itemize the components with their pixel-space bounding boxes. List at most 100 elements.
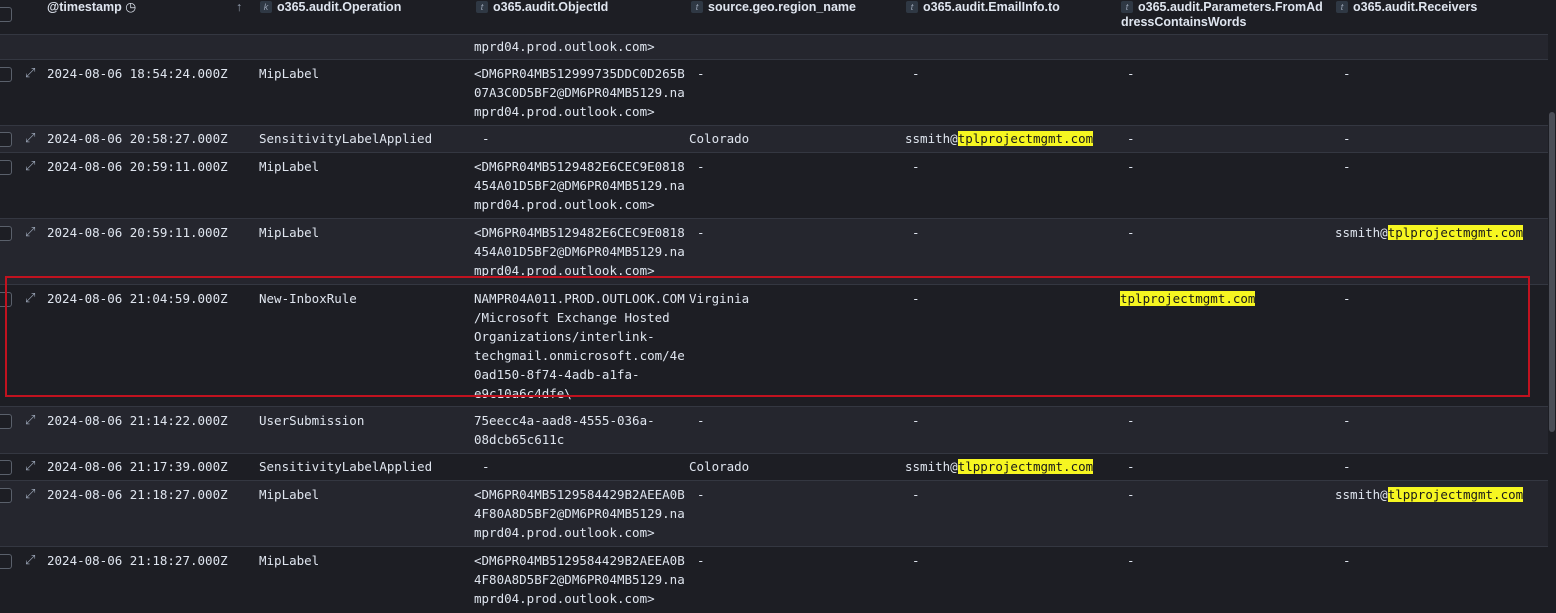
cell-email-to: - xyxy=(912,413,920,428)
cell-email-to: - xyxy=(912,159,920,174)
cell-region: Colorado xyxy=(689,459,750,474)
row-checkbox[interactable] xyxy=(0,160,12,175)
cell-region: Virginia xyxy=(689,291,750,306)
column-header-timestamp[interactable]: @timestamp ◷ xyxy=(47,0,136,15)
email-prefix: ssmith@ xyxy=(905,459,958,474)
cell-receivers: - xyxy=(1343,553,1351,568)
expand-icon[interactable]: ⤢ xyxy=(25,292,35,306)
cell-operation: MipLabel xyxy=(259,487,320,502)
table-row[interactable]: ⤢ 2024-08-06 21:17:39.000Z SensitivityLa… xyxy=(0,454,1548,481)
column-label: o365.audit.Receivers xyxy=(1353,0,1478,14)
column-label: source.geo.region_name xyxy=(708,0,856,14)
email-prefix: ssmith@ xyxy=(1335,487,1388,502)
cell-receivers: ssmith@tplprojectmgmt.com xyxy=(1335,223,1524,242)
cell-receivers: - xyxy=(1343,459,1351,474)
text-type-icon: t xyxy=(1336,1,1348,13)
cell-timestamp: 2024-08-06 21:04:59.000Z xyxy=(47,291,228,306)
cell-from-address: - xyxy=(1127,413,1135,428)
row-checkbox[interactable] xyxy=(0,414,12,429)
expand-icon[interactable]: ⤢ xyxy=(25,554,35,568)
expand-icon[interactable]: ⤢ xyxy=(25,460,35,474)
cell-timestamp: 2024-08-06 21:17:39.000Z xyxy=(47,459,228,474)
table-row[interactable]: ⤢ 2024-08-06 20:59:11.000Z MipLabel <DM6… xyxy=(0,153,1548,219)
cell-receivers: ssmith@tlpprojectmgmt.com xyxy=(1335,485,1524,504)
cell-object-id: <DM6PR04MB5129482E6CEC9E0818 454A01D5BF2… xyxy=(474,225,685,278)
email-prefix: ssmith@ xyxy=(905,131,958,146)
keyword-type-icon: k xyxy=(260,1,272,13)
expand-icon[interactable]: ⤢ xyxy=(25,414,35,428)
row-checkbox[interactable] xyxy=(0,554,12,569)
table-row[interactable]: ⤢ 2024-08-06 21:14:22.000Z UserSubmissio… xyxy=(0,407,1548,454)
row-checkbox[interactable] xyxy=(0,226,12,241)
table-header: @timestamp ◷ ↑ k o365.audit.Operation t o3… xyxy=(0,0,1548,35)
column-header-operation[interactable]: k o365.audit.Operation xyxy=(260,0,401,15)
table-row[interactable]: ⤢ 2024-08-06 21:18:27.000Z MipLabel <DM6… xyxy=(0,481,1548,547)
cell-receivers: - xyxy=(1343,66,1351,81)
select-all-checkbox[interactable] xyxy=(0,7,12,22)
table-row[interactable]: ⤢ 2024-08-06 18:54:24.000Z MipLabel <DM6… xyxy=(0,60,1548,126)
column-header-email-to[interactable]: t o365.audit.EmailInfo.to xyxy=(906,0,1060,15)
cell-operation: UserSubmission xyxy=(259,413,365,428)
column-header-object-id[interactable]: t o365.audit.ObjectId xyxy=(476,0,608,15)
expand-icon[interactable]: ⤢ xyxy=(25,67,35,81)
search-match-highlight: tplprojectmgmt.com xyxy=(1120,291,1256,306)
column-label-continued: dressContainsWords xyxy=(1121,15,1247,29)
clock-icon: ◷ xyxy=(125,0,137,14)
scrollbar-thumb[interactable] xyxy=(1549,112,1555,432)
cell-email-to: - xyxy=(912,225,920,240)
table-row[interactable]: ⤢ 2024-08-06 20:58:27.000Z SensitivityLa… xyxy=(0,126,1548,153)
search-match-highlight: tplprojectmgmt.com xyxy=(1387,225,1524,240)
table-row[interactable]: ⤢ 2024-08-06 20:59:11.000Z MipLabel <DM6… xyxy=(0,219,1548,285)
column-label: o365.audit.Operation xyxy=(277,0,402,14)
cell-from-address: tplprojectmgmt.com xyxy=(1120,289,1256,308)
expand-icon[interactable]: ⤢ xyxy=(25,160,35,174)
cell-receivers: - xyxy=(1343,159,1351,174)
column-header-region[interactable]: t source.geo.region_name xyxy=(691,0,856,15)
cell-operation: MipLabel xyxy=(259,225,320,240)
table-row[interactable]: ⤢ 2024-08-06 21:18:27.000Z MipLabel <DM6… xyxy=(0,547,1548,613)
cell-timestamp: 2024-08-06 21:18:27.000Z xyxy=(47,553,228,568)
table-row-partial[interactable]: mprd04.prod.outlook.com> xyxy=(0,35,1548,60)
cell-timestamp: 2024-08-06 18:54:24.000Z xyxy=(47,66,228,81)
cell-object-id: - xyxy=(482,459,490,474)
cell-region: - xyxy=(697,413,705,428)
vertical-scrollbar[interactable] xyxy=(1548,0,1556,613)
column-label: o365.audit.EmailInfo.to xyxy=(923,0,1060,14)
cell-email-to: - xyxy=(912,487,920,502)
cell-object-id: NAMPR04A011.PROD.OUTLOOK.COM /Microsoft … xyxy=(474,291,685,401)
row-checkbox[interactable] xyxy=(0,460,12,475)
search-match-highlight: tlpprojectmgmt.com xyxy=(1387,487,1524,502)
text-type-icon: t xyxy=(906,1,918,13)
column-label: o365.audit.Parameters.FromAd xyxy=(1138,0,1323,14)
search-match-highlight: tplprojectmgmt.com xyxy=(957,131,1094,146)
cell-from-address: - xyxy=(1127,553,1135,568)
text-type-icon: t xyxy=(1121,1,1133,13)
row-checkbox[interactable] xyxy=(0,292,12,307)
cell-operation: SensitivityLabelApplied xyxy=(259,131,433,146)
cell-region: Colorado xyxy=(689,131,750,146)
row-checkbox[interactable] xyxy=(0,488,12,503)
cell-receivers: - xyxy=(1343,291,1351,306)
cell-region: - xyxy=(697,553,705,568)
cell-operation: MipLabel xyxy=(259,553,320,568)
cell-operation: MipLabel xyxy=(259,159,320,174)
expand-icon[interactable]: ⤢ xyxy=(25,488,35,502)
cell-receivers: - xyxy=(1343,413,1351,428)
expand-icon[interactable]: ⤢ xyxy=(25,132,35,146)
cell-operation: New-InboxRule xyxy=(259,291,357,306)
table-row-selected[interactable]: ⤢ 2024-08-06 21:04:59.000Z New-InboxRule… xyxy=(0,285,1548,407)
cell-object-id: <DM6PR04MB5129482E6CEC9E0818 454A01D5BF2… xyxy=(474,159,685,212)
text-type-icon: t xyxy=(691,1,703,13)
cell-timestamp: 2024-08-06 20:59:11.000Z xyxy=(47,159,228,174)
column-header-from-address[interactable]: t o365.audit.Parameters.FromAd dressConta… xyxy=(1121,0,1323,30)
cell-email-to: ssmith@tplprojectmgmt.com xyxy=(905,129,1094,148)
column-header-receivers[interactable]: t o365.audit.Receivers xyxy=(1336,0,1477,15)
text-type-icon: t xyxy=(476,1,488,13)
expand-icon[interactable]: ⤢ xyxy=(25,226,35,240)
sort-ascending-icon[interactable]: ↑ xyxy=(236,0,242,15)
cell-from-address: - xyxy=(1127,159,1135,174)
row-checkbox[interactable] xyxy=(0,67,12,82)
cell-email-to: - xyxy=(912,66,920,81)
row-checkbox[interactable] xyxy=(0,132,12,147)
cell-object-id: - xyxy=(482,131,490,146)
